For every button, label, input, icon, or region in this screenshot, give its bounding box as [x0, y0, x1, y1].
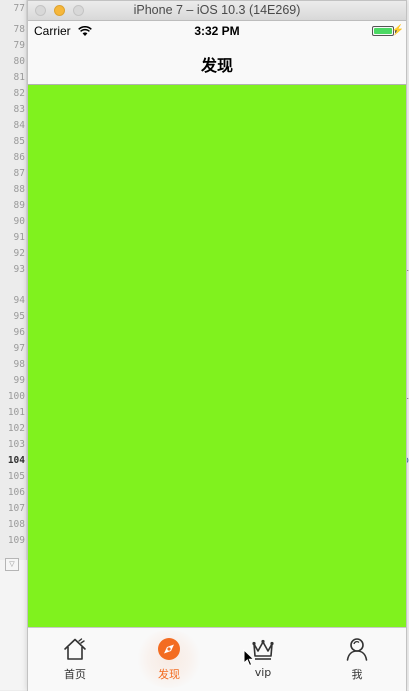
- line-number: 105: [7, 471, 25, 482]
- line-number: 83: [13, 104, 25, 115]
- line-number: 99: [13, 375, 25, 386]
- line-number: 108: [7, 519, 25, 530]
- line-number: 79: [13, 40, 25, 51]
- line-number: 93: [13, 264, 25, 275]
- charging-icon: ⚡: [391, 25, 404, 36]
- line-number: 80: [13, 56, 25, 67]
- line-number: 109: [7, 535, 25, 546]
- line-number-current: 104: [7, 455, 25, 466]
- tab-home[interactable]: 首页: [28, 628, 122, 690]
- discover-icon: [122, 636, 216, 662]
- line-number: 82: [13, 88, 25, 99]
- line-number: 78: [13, 24, 25, 35]
- page-title: 发现: [200, 56, 233, 75]
- line-number-gutter: 77 78 79 80 81 82 83 84 85 86 87 88 89 9…: [0, 0, 27, 560]
- line-number: 90: [13, 216, 25, 227]
- line-number: 94: [13, 295, 25, 306]
- simulator-window: iPhone 7 – iOS 10.3 (14E269) Carrier 3:3…: [27, 0, 407, 691]
- line-number: 87: [13, 168, 25, 179]
- tab-profile[interactable]: 我: [310, 628, 404, 690]
- tab-bar: 首页 发现 vip 我: [28, 627, 406, 691]
- line-number: 85: [13, 136, 25, 147]
- tab-profile-label: 我: [351, 668, 363, 681]
- content-view: [28, 85, 406, 627]
- navigation-bar: 发现: [28, 41, 406, 85]
- line-number: 103: [7, 439, 25, 450]
- window-title: iPhone 7 – iOS 10.3 (14E269): [133, 3, 301, 17]
- line-number: 107: [7, 503, 25, 514]
- crown-icon: [216, 636, 310, 662]
- status-time: 3:32 PM: [194, 24, 240, 38]
- status-bar: Carrier 3:32 PM ⚡: [28, 21, 406, 41]
- line-number: 77: [13, 3, 25, 14]
- line-number: 86: [13, 152, 25, 163]
- tab-discover[interactable]: 发现: [122, 628, 216, 690]
- mouse-cursor-icon: [243, 648, 255, 671]
- line-number: 91: [13, 232, 25, 243]
- line-number: 92: [13, 248, 25, 259]
- window-titlebar[interactable]: iPhone 7 – iOS 10.3 (14E269): [28, 1, 406, 21]
- tab-vip[interactable]: vip: [216, 628, 310, 690]
- line-number: 81: [13, 72, 25, 83]
- line-number: 84: [13, 120, 25, 131]
- line-number: 96: [13, 327, 25, 338]
- profile-icon: [310, 636, 404, 662]
- line-number: 98: [13, 359, 25, 370]
- home-icon: [28, 636, 122, 662]
- line-number: 88: [13, 184, 25, 195]
- gutter-collapse-button[interactable]: ▽: [5, 558, 19, 571]
- line-number: 101: [7, 407, 25, 418]
- line-number: 100: [7, 391, 25, 402]
- tab-discover-label: 发现: [158, 668, 180, 681]
- line-number: 97: [13, 343, 25, 354]
- tab-home-label: 首页: [64, 668, 86, 681]
- line-number: 89: [13, 200, 25, 211]
- tab-vip-label: vip: [254, 666, 272, 679]
- line-number: 106: [7, 487, 25, 498]
- line-number: 102: [7, 423, 25, 434]
- line-number: 95: [13, 311, 25, 322]
